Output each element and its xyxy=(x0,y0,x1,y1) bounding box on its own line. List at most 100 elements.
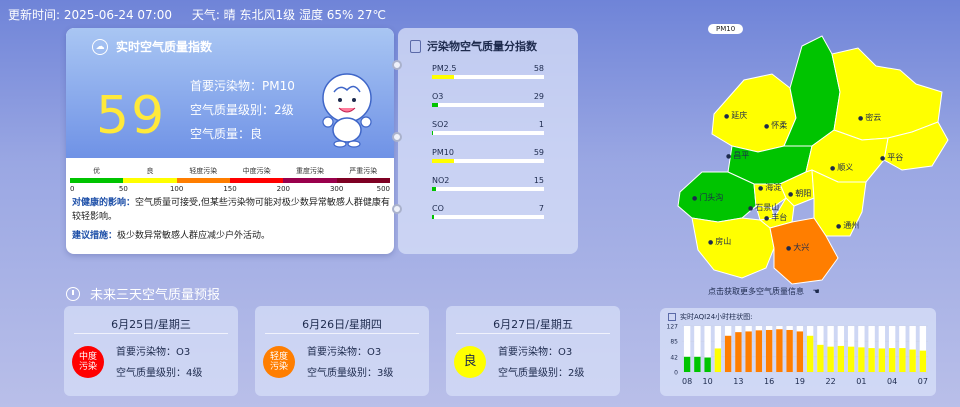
map-district-label[interactable]: 怀柔 xyxy=(764,120,787,131)
aqi-card-title: ☁ 实时空气质量指数 xyxy=(92,38,212,55)
scale-tick: 500 xyxy=(376,185,390,193)
beijing-district-map[interactable]: PM10 延庆怀柔密云昌平平谷顺义门头沟海淀朝阳石景山丰台通州房山大兴 xyxy=(662,22,960,302)
pollutant-track xyxy=(432,187,544,191)
forecast-details: 首要污染物：O3 空气质量级别：4级 xyxy=(116,342,202,384)
pollutant-fill xyxy=(432,75,455,79)
aqi-bar[interactable] xyxy=(724,335,732,372)
forecast-details: 首要污染物：O3 空气质量级别：3级 xyxy=(307,342,393,384)
forecast-title: 未来三天空气质量预报 xyxy=(66,284,220,303)
aqi-bar[interactable] xyxy=(827,346,834,372)
suggested-measures: 建议措施：极少数异常敏感人群应减少户外活动。 xyxy=(72,229,390,243)
aqi-scale-bar xyxy=(70,178,390,183)
y-tick-label: 127 xyxy=(667,324,679,331)
scale-label: 轻度污染 xyxy=(189,167,218,175)
pollutant-name: NO2 xyxy=(432,176,450,185)
scale-tick: 50 xyxy=(118,185,128,193)
district-huairou[interactable] xyxy=(783,35,841,147)
forecast-title-text: 未来三天空气质量预报 xyxy=(90,288,221,303)
forecast-date: 6月26日/星期四 xyxy=(302,318,382,331)
map-district-label[interactable]: 通州 xyxy=(836,220,859,231)
aqi-bar[interactable] xyxy=(817,344,824,372)
aqi-bar[interactable] xyxy=(704,357,711,372)
aqi-bar[interactable] xyxy=(786,329,793,372)
suggested-measures-label: 建议措施： xyxy=(72,231,118,241)
y-tick-label: 0 xyxy=(674,370,678,377)
aqi-scale-labels: 优 良 轻度污染 中度污染 重度污染 严重污染 xyxy=(70,166,390,176)
pollutant-value: 59 xyxy=(533,148,544,157)
forecast-pollutant: 首要污染物：O3 xyxy=(498,347,573,358)
pollutant-name: O3 xyxy=(432,92,444,101)
x-tick-label: 19 xyxy=(795,377,805,386)
aqi-bar[interactable] xyxy=(847,346,855,372)
suggested-measures-text: 极少数异常敏感人群应减少户外活动。 xyxy=(117,231,271,241)
map-district-label[interactable]: 朝阳 xyxy=(788,188,811,199)
scale-label: 严重污染 xyxy=(349,167,378,175)
map-district-label[interactable]: 房山 xyxy=(708,236,731,247)
scale-segment xyxy=(229,178,284,183)
pollutant-name: PM10 xyxy=(432,148,454,157)
hourly-aqi-chart: 实时AQI24小时柱状图: 127 85 42 0 08 10 13 16 19 22 01 04 07 xyxy=(660,308,936,396)
pollutant-track xyxy=(432,75,544,79)
pollutant-row: SO2 1 xyxy=(432,120,544,135)
map-district-label[interactable]: 顺义 xyxy=(830,162,853,173)
district-map-svg[interactable] xyxy=(662,22,960,302)
aqi-bar[interactable] xyxy=(806,335,814,372)
map-district-label[interactable]: 延庆 xyxy=(724,110,747,121)
scale-label: 中度污染 xyxy=(242,167,271,175)
pollutant-value: 58 xyxy=(533,64,544,73)
map-district-label[interactable]: 平谷 xyxy=(880,152,903,163)
aqi-bar[interactable] xyxy=(776,329,783,372)
aqi-bar[interactable] xyxy=(714,348,722,372)
forecast-level-badge: 轻度 污染 xyxy=(263,346,295,378)
aqi-bar[interactable] xyxy=(868,348,875,372)
hourly-chart-title-text: 实时AQI24小时柱状图: xyxy=(680,313,753,321)
aqi-title-text: 实时空气质量指数 xyxy=(116,40,213,54)
cloud-icon: ☁ xyxy=(92,38,108,55)
aqi-value: 59 xyxy=(96,86,167,146)
aqi-bar[interactable] xyxy=(878,348,886,372)
map-district-label[interactable]: 海淀 xyxy=(758,182,781,193)
aqi-summary: 首要污染物：PM10 空气质量级别：2级 空气质量：良 xyxy=(190,74,295,146)
pollutant-title-text: 污染物空气质量分指数 xyxy=(427,40,537,53)
pollutant-name: CO xyxy=(432,204,444,213)
aqi-bar[interactable] xyxy=(735,332,742,372)
district-fangshan[interactable] xyxy=(691,217,775,279)
aqi-bar[interactable] xyxy=(888,348,896,372)
pm10-badge[interactable]: PM10 xyxy=(708,24,744,34)
district-miyun[interactable] xyxy=(831,47,943,141)
forecast-level: 空气质量级别：4级 xyxy=(116,368,203,379)
aqi-level: 空气质量级别：2级 xyxy=(190,103,294,117)
aqi-bar[interactable] xyxy=(796,331,804,372)
map-district-label[interactable]: 昌平 xyxy=(726,150,749,161)
aqi-bar[interactable] xyxy=(765,329,773,372)
aqi-bar[interactable] xyxy=(755,330,763,372)
pollutant-fill xyxy=(432,103,438,107)
scale-tick: 200 xyxy=(276,185,291,193)
scale-tick: 100 xyxy=(169,185,184,193)
map-hint[interactable]: 点击获取更多空气质量信息 ☚ xyxy=(708,286,820,297)
aqi-bar[interactable] xyxy=(837,345,845,372)
aqi-bar[interactable] xyxy=(899,348,906,372)
map-district-label[interactable]: 丰台 xyxy=(764,212,787,223)
pollutant-row: NO2 15 xyxy=(432,176,544,191)
aqi-bar[interactable] xyxy=(683,356,691,372)
hourly-bars-svg: 127 85 42 0 08 10 13 16 19 22 01 04 07 xyxy=(667,324,928,386)
map-district-label[interactable]: 密云 xyxy=(858,112,881,123)
aqi-header: ☁ 实时空气质量指数 59 首要污染物：PM10 空气质量级别：2级 空气质量：… xyxy=(66,28,394,158)
divider xyxy=(456,333,610,334)
aqi-bar[interactable] xyxy=(909,349,916,372)
scale-tick: 300 xyxy=(329,185,344,193)
aqi-bar[interactable] xyxy=(919,350,927,372)
x-tick-label: 01 xyxy=(856,377,866,386)
map-district-label[interactable]: 门头沟 xyxy=(692,192,723,203)
pollutant-value: 15 xyxy=(533,176,544,185)
forecast-card: 6月26日/星期四轻度 污染 首要污染物：O3 空气质量级别：3级 xyxy=(255,306,429,396)
pollutant-row: PM10 59 xyxy=(432,148,544,163)
forecast-pollutant: 首要污染物：O3 xyxy=(116,347,191,358)
map-district-label[interactable]: 大兴 xyxy=(786,242,809,253)
aqi-bar[interactable] xyxy=(745,331,752,372)
aqi-bar[interactable] xyxy=(858,347,865,372)
aqi-bar[interactable] xyxy=(694,356,701,372)
pollutant-fill xyxy=(432,131,434,135)
scale-tick: 0 xyxy=(70,185,75,193)
